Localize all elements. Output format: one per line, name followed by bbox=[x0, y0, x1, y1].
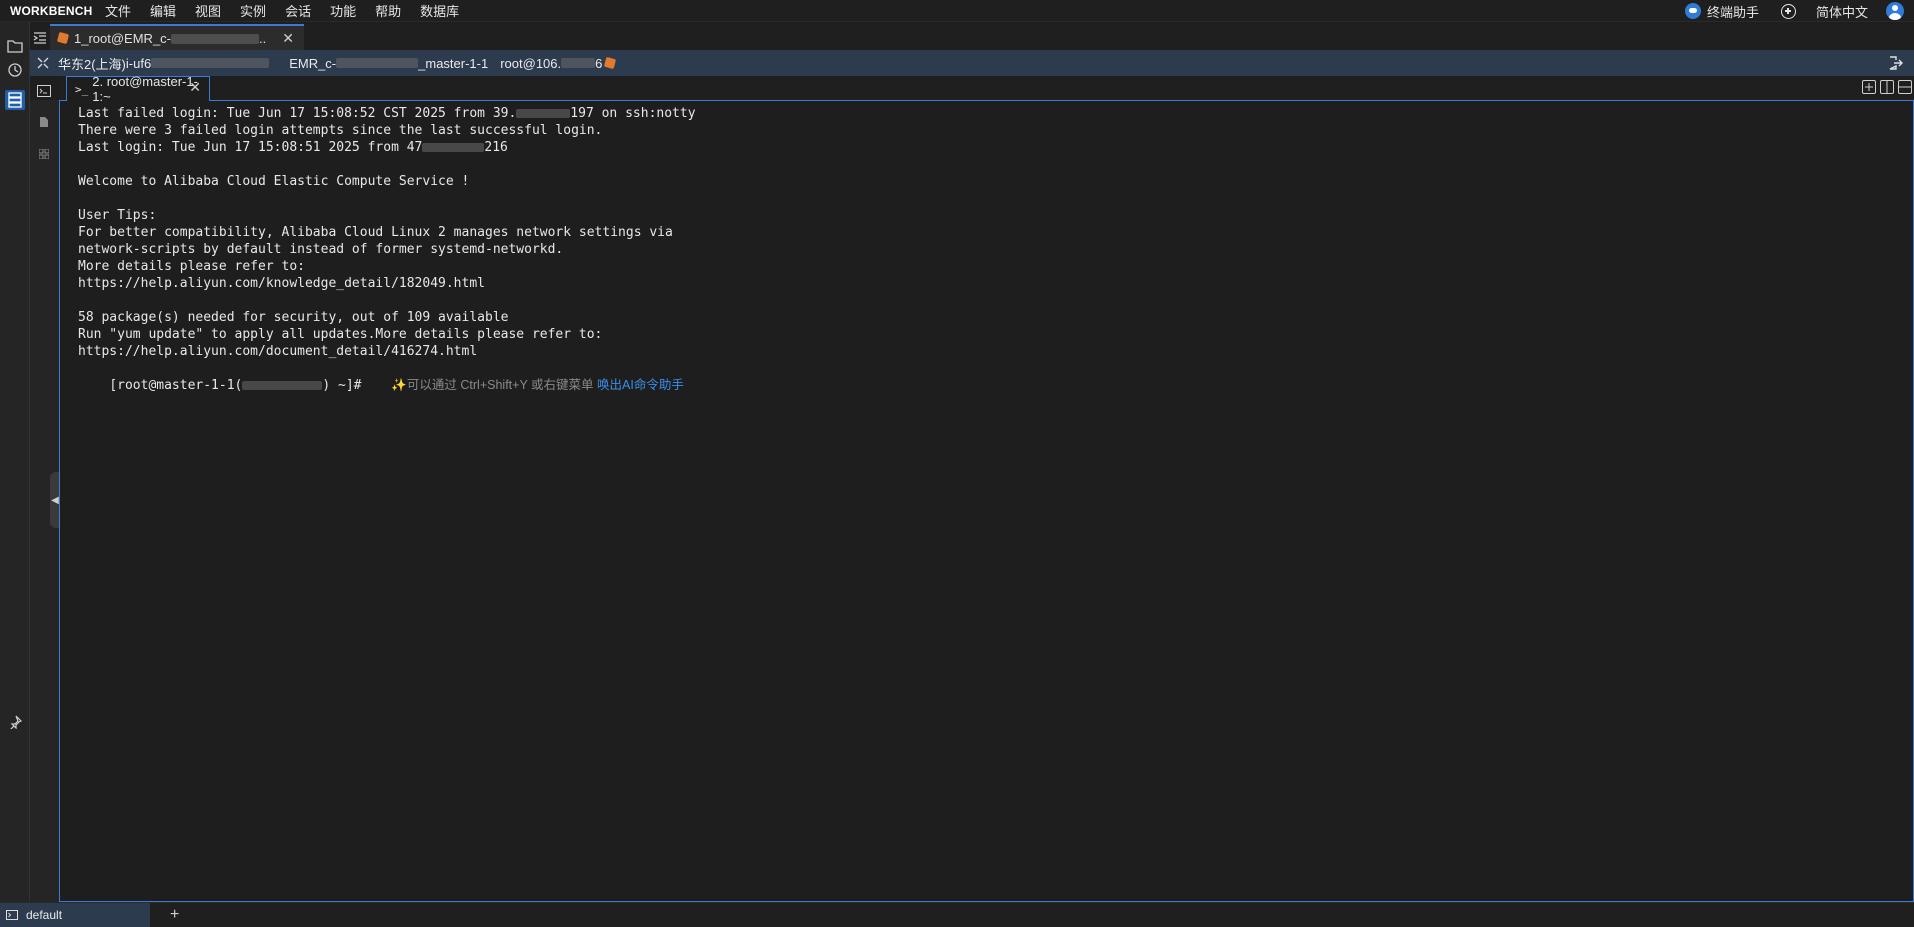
terminal-line: https://help.aliyun.com/document_detail/… bbox=[78, 344, 478, 359]
status-bar: default + bbox=[0, 902, 1914, 927]
menu-view[interactable]: 视图 bbox=[195, 1, 221, 20]
terminal-line: 58 package(s) needed for security, out o… bbox=[78, 310, 509, 325]
terminal-tab-active[interactable]: >_ 2. root@master-1-1:~ ✕ bbox=[66, 74, 210, 104]
region-instance: 华东2(上海) i-uf6 bbox=[58, 54, 270, 73]
logout-icon[interactable] bbox=[1888, 55, 1904, 71]
terminal-line: Last login: Tue Jun 17 15:08:51 2025 fro… bbox=[78, 140, 508, 155]
tab-list-button[interactable] bbox=[30, 26, 50, 50]
split-horizontal-icon[interactable] bbox=[1898, 80, 1912, 94]
session-tab-label: 1_root@EMR_c-.. bbox=[74, 30, 267, 46]
history-icon bbox=[8, 63, 22, 77]
menu-help[interactable]: 帮助 bbox=[375, 1, 401, 20]
folder-icon bbox=[7, 40, 23, 53]
terminal-assistant-label: 终端助手 bbox=[1706, 4, 1759, 20]
host-prefix: root@106. bbox=[500, 55, 562, 71]
terminal-tab-bar: >_ 2. root@master-1-1:~ ✕ bbox=[59, 74, 1914, 104]
menu-instance[interactable]: 实例 bbox=[240, 1, 266, 20]
cluster-id: EMR_c- bbox=[289, 55, 337, 71]
close-icon[interactable]: ✕ bbox=[189, 79, 201, 96]
collapse-arrows-icon[interactable] bbox=[30, 57, 56, 69]
history-button[interactable] bbox=[5, 60, 25, 80]
prompt-prefix: [root@master-1-1( bbox=[109, 378, 243, 393]
terminal-icon bbox=[6, 910, 18, 920]
cluster-node: EMR_c- _master-1-1 bbox=[289, 56, 488, 71]
document-icon bbox=[40, 117, 48, 127]
split-vertical-icon[interactable] bbox=[1880, 80, 1894, 94]
terminal-output[interactable]: Last failed login: Tue Jun 17 15:08:52 C… bbox=[59, 101, 1914, 902]
menu-session[interactable]: 会话 bbox=[285, 1, 311, 20]
menu-bar: WORKBENCH 文件 编辑 视图 实例 会话 功能 帮助 数据库 终端助手 … bbox=[0, 0, 1914, 22]
ai-hint-text: 可以通过 Ctrl+Shift+Y 或右键菜单 bbox=[406, 378, 594, 392]
instance-cube-icon bbox=[604, 56, 617, 70]
terminal-panel-button[interactable] bbox=[36, 83, 52, 99]
chevron-left-icon: ◀ bbox=[51, 494, 59, 506]
terminal-line: network-scripts by default instead of fo… bbox=[78, 242, 564, 257]
apps-panel-button[interactable] bbox=[36, 146, 52, 162]
connection-info-bar: 华东2(上海) i-uf6 EMR_c- _master-1-1 root@10… bbox=[30, 50, 1914, 76]
grid-icon bbox=[39, 149, 49, 159]
ai-hint: ✨可以通过 Ctrl+Shift+Y 或右键菜单 唤出AI命令助手 bbox=[391, 378, 683, 392]
terminal-line: There were 3 failed login attempts since… bbox=[78, 123, 603, 138]
user-host: root@106. 6 bbox=[500, 55, 617, 71]
add-pane-icon[interactable] bbox=[1862, 80, 1876, 94]
terminal-prompt-line[interactable]: [root@master-1-1( ) ~]# ✨可以通过 Ctrl+Shift+… bbox=[78, 360, 1913, 393]
terminal-line: Welcome to Alibaba Cloud Elastic Compute… bbox=[78, 174, 470, 189]
prompt-icon: >_ bbox=[75, 82, 89, 96]
add-circle-icon[interactable] bbox=[1780, 3, 1796, 19]
terminal-assistant-button[interactable]: 终端助手 bbox=[1684, 2, 1759, 21]
split-controls bbox=[1862, 80, 1912, 94]
ai-assistant-link[interactable]: 唤出AI命令助手 bbox=[597, 378, 684, 392]
pin-icon bbox=[10, 715, 22, 729]
language-selector[interactable]: 简体中文 bbox=[1816, 2, 1868, 21]
files-button[interactable] bbox=[5, 36, 25, 56]
menu-file[interactable]: 文件 bbox=[105, 1, 131, 20]
instance-cube-icon bbox=[56, 31, 70, 45]
menu-database[interactable]: 数据库 bbox=[420, 1, 459, 20]
terminal-icon bbox=[37, 85, 51, 97]
server-list-button[interactable] bbox=[5, 90, 25, 110]
instance-id: i-uf6 bbox=[125, 55, 152, 71]
region-label: 华东2(上海) bbox=[58, 56, 126, 72]
user-avatar[interactable] bbox=[1886, 2, 1904, 20]
node-name: _master-1-1 bbox=[418, 55, 489, 71]
terminal-line: https://help.aliyun.com/knowledge_detail… bbox=[78, 276, 485, 291]
menubar-right: 终端助手 简体中文 bbox=[1684, 0, 1904, 22]
add-workspace-button[interactable]: + bbox=[170, 906, 179, 924]
workspace-label: default bbox=[26, 908, 63, 922]
workspace-tab-default[interactable]: default bbox=[0, 902, 150, 927]
menu-edit[interactable]: 编辑 bbox=[150, 1, 176, 20]
host-suffix: 6 bbox=[595, 55, 603, 71]
pin-button[interactable] bbox=[5, 712, 25, 732]
terminal-line: Run "yum update" to apply all updates.Mo… bbox=[78, 327, 603, 342]
server-list-icon bbox=[8, 92, 22, 108]
list-indent-icon bbox=[33, 32, 46, 44]
session-tab-active[interactable]: 1_root@EMR_c-.. ✕ bbox=[50, 24, 304, 50]
terminal-line: For better compatibility, Alibaba Cloud … bbox=[78, 225, 673, 240]
menu-features[interactable]: 功能 bbox=[330, 1, 356, 20]
sparkle-icon: ✨ bbox=[391, 378, 407, 392]
terminal-line: Last failed login: Tue Jun 17 15:08:52 C… bbox=[78, 106, 696, 121]
terminal-line: User Tips: bbox=[78, 208, 157, 223]
session-tab-bar: 1_root@EMR_c-.. ✕ bbox=[30, 24, 1914, 50]
terminal-line: More details please refer to: bbox=[78, 259, 305, 274]
prompt-suffix: ) ~]# bbox=[322, 378, 370, 393]
close-icon[interactable]: ✕ bbox=[282, 30, 294, 47]
file-panel-button[interactable] bbox=[36, 114, 52, 130]
app-brand: WORKBENCH bbox=[10, 3, 93, 18]
activity-bar bbox=[0, 22, 30, 902]
robot-icon bbox=[1684, 3, 1701, 19]
